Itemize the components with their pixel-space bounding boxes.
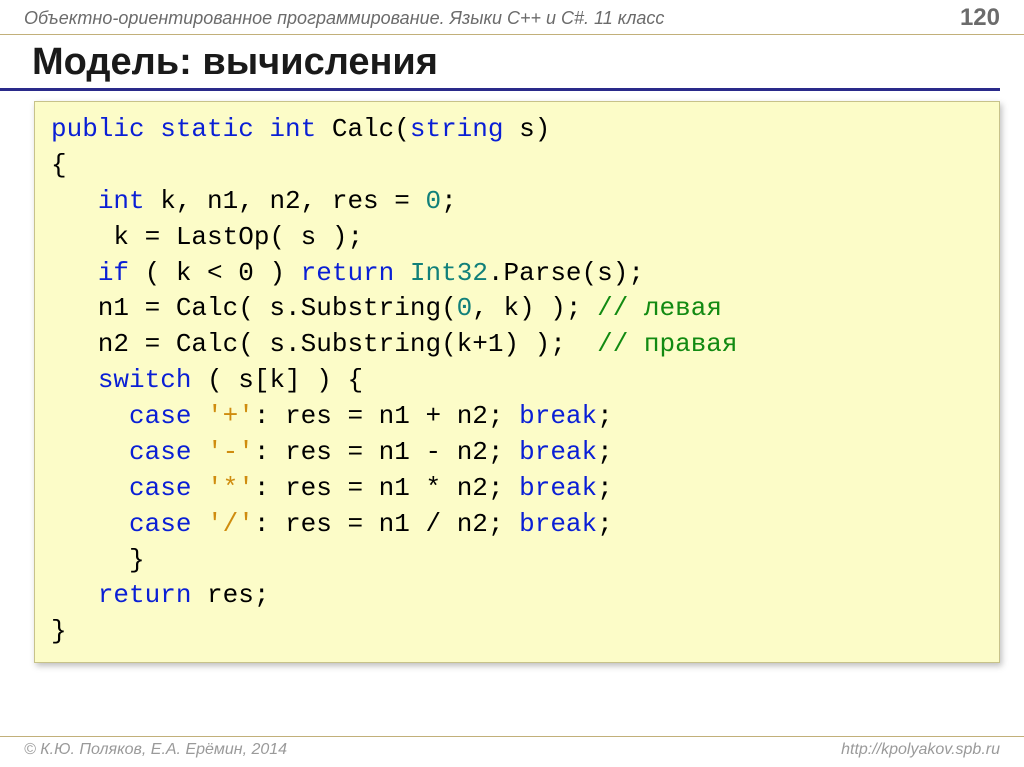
code-line: public static int Calc(string s) (51, 114, 550, 144)
code-line: } (51, 616, 67, 646)
code-line: { (51, 150, 67, 180)
footer: © К.Ю. Поляков, Е.А. Ерёмин, 2014 http:/… (0, 736, 1024, 767)
footer-url: http://kpolyakov.spb.ru (841, 741, 1000, 759)
code-line: case '-': res = n1 - n2; break; (51, 437, 613, 467)
code-line: case '*': res = n1 * n2; break; (51, 473, 613, 503)
code-line: case '/': res = n1 / n2; break; (51, 509, 613, 539)
code-line: if ( k < 0 ) return Int32.Parse(s); (51, 258, 644, 288)
course-title: Объектно-ориентированное программировани… (24, 8, 664, 29)
slide-title: Модель: вычисления (32, 41, 1000, 84)
code-line: case '+': res = n1 + n2; break; (51, 401, 613, 431)
code-line: } (51, 545, 145, 575)
code-line: n2 = Calc( s.Substring(k+1) ); // правая (51, 329, 738, 359)
heading-wrap: Модель: вычисления (0, 39, 1000, 91)
code-line: n1 = Calc( s.Substring(0, k) ); // левая (51, 293, 722, 323)
page-number: 120 (960, 4, 1000, 32)
code-line: return res; (51, 580, 269, 610)
slide: Объектно-ориентированное программировани… (0, 0, 1024, 767)
copyright: © К.Ю. Поляков, Е.А. Ерёмин, 2014 (24, 741, 287, 759)
top-bar: Объектно-ориентированное программировани… (0, 0, 1024, 35)
code-line: int k, n1, n2, res = 0; (51, 186, 457, 216)
code-block: public static int Calc(string s) { int k… (34, 101, 1000, 663)
code-line: k = LastOp( s ); (51, 222, 363, 252)
code-line: switch ( s[k] ) { (51, 365, 363, 395)
